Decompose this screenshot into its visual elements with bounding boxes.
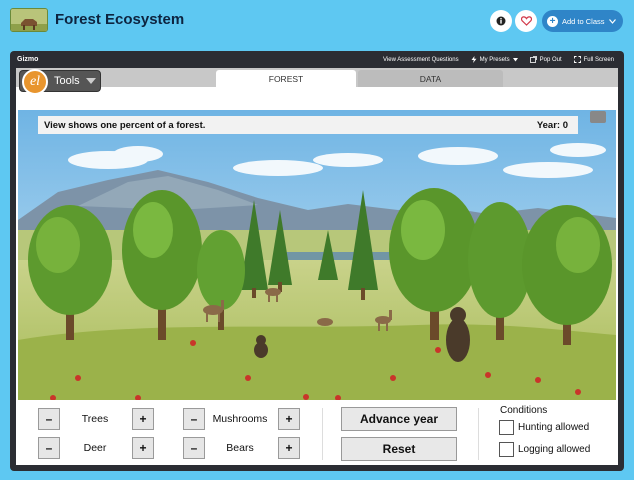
chevron-down-icon	[512, 57, 518, 61]
bears-plus-button[interactable]: +	[278, 437, 300, 459]
el-logo: el	[22, 69, 48, 95]
tools-label: Tools	[54, 75, 80, 87]
forest-illustration	[18, 110, 616, 400]
trees-minus-button[interactable]: –	[38, 408, 60, 430]
hunting-label: Hunting allowed	[518, 422, 590, 433]
divider	[322, 408, 323, 460]
add-to-class-label: Add to Class	[562, 16, 605, 26]
hunting-allowed-option[interactable]: Hunting allowed	[499, 420, 589, 435]
logging-label: Logging allowed	[518, 444, 591, 455]
gizmo-brand: Gizmo	[17, 56, 39, 63]
caret-down-icon	[85, 78, 96, 84]
my-presets-label: My Presets	[479, 56, 510, 63]
mushrooms-label: Mushrooms	[212, 413, 268, 425]
info-icon	[496, 16, 506, 26]
plus-icon: +	[547, 15, 558, 27]
my-presets-link[interactable]: My Presets	[471, 56, 518, 63]
reset-button[interactable]: Reset	[341, 437, 457, 461]
deer-minus-button[interactable]: –	[38, 437, 60, 459]
info-button[interactable]	[490, 10, 512, 32]
gizmo-content: el Tools FOREST DATA View shows one perc…	[16, 68, 618, 465]
gizmo-frame: Gizmo View Assessment Questions My Prese…	[10, 51, 624, 471]
gizmo-thumbnail	[10, 8, 48, 32]
deer-label: Deer	[83, 442, 107, 454]
hunting-checkbox[interactable]	[499, 420, 514, 435]
tab-data[interactable]: DATA	[358, 70, 503, 87]
forest-view: View shows one percent of a forest. Year…	[18, 110, 616, 400]
trees-plus-button[interactable]: +	[132, 408, 154, 430]
scene-info-strip: View shows one percent of a forest. Year…	[38, 116, 578, 134]
trees-label: Trees	[81, 413, 109, 425]
mushrooms-plus-button[interactable]: +	[278, 408, 300, 430]
controls-panel: – Trees + – Deer + – Mushrooms + – Bears…	[16, 400, 618, 465]
mushrooms-minus-button[interactable]: –	[183, 408, 205, 430]
view-assessment-link[interactable]: View Assessment Questions	[383, 56, 459, 63]
pop-out-label: Pop Out	[539, 56, 562, 63]
divider	[478, 408, 479, 460]
tab-forest[interactable]: FOREST	[216, 70, 356, 87]
scene-caption: View shows one percent of a forest.	[44, 119, 206, 131]
logging-checkbox[interactable]	[499, 442, 514, 457]
advance-year-button[interactable]: Advance year	[341, 407, 457, 431]
bolt-icon	[471, 56, 477, 63]
camera-icon[interactable]	[590, 111, 606, 123]
page-title: Forest Ecosystem	[55, 11, 185, 28]
pop-out-link[interactable]: Pop Out	[529, 56, 562, 63]
full-screen-icon	[573, 56, 581, 63]
bears-label: Bears	[226, 442, 254, 454]
pop-out-icon	[529, 56, 537, 63]
year-readout: Year: 0	[536, 119, 568, 131]
deer-plus-button[interactable]: +	[132, 437, 154, 459]
favorite-button[interactable]	[515, 10, 537, 32]
full-screen-label: Full Screen	[583, 56, 614, 63]
bears-minus-button[interactable]: –	[183, 437, 205, 459]
tools-menu-button[interactable]: el Tools	[19, 69, 101, 95]
heart-icon	[520, 16, 532, 26]
full-screen-link[interactable]: Full Screen	[573, 56, 614, 63]
chevron-down-icon	[608, 18, 616, 24]
add-to-class-button[interactable]: + Add to Class	[542, 10, 623, 32]
conditions-title: Conditions	[500, 405, 548, 416]
gizmo-toolbar: View Assessment Questions My Presets Pop…	[383, 56, 614, 63]
logging-allowed-option[interactable]: Logging allowed	[499, 442, 590, 457]
